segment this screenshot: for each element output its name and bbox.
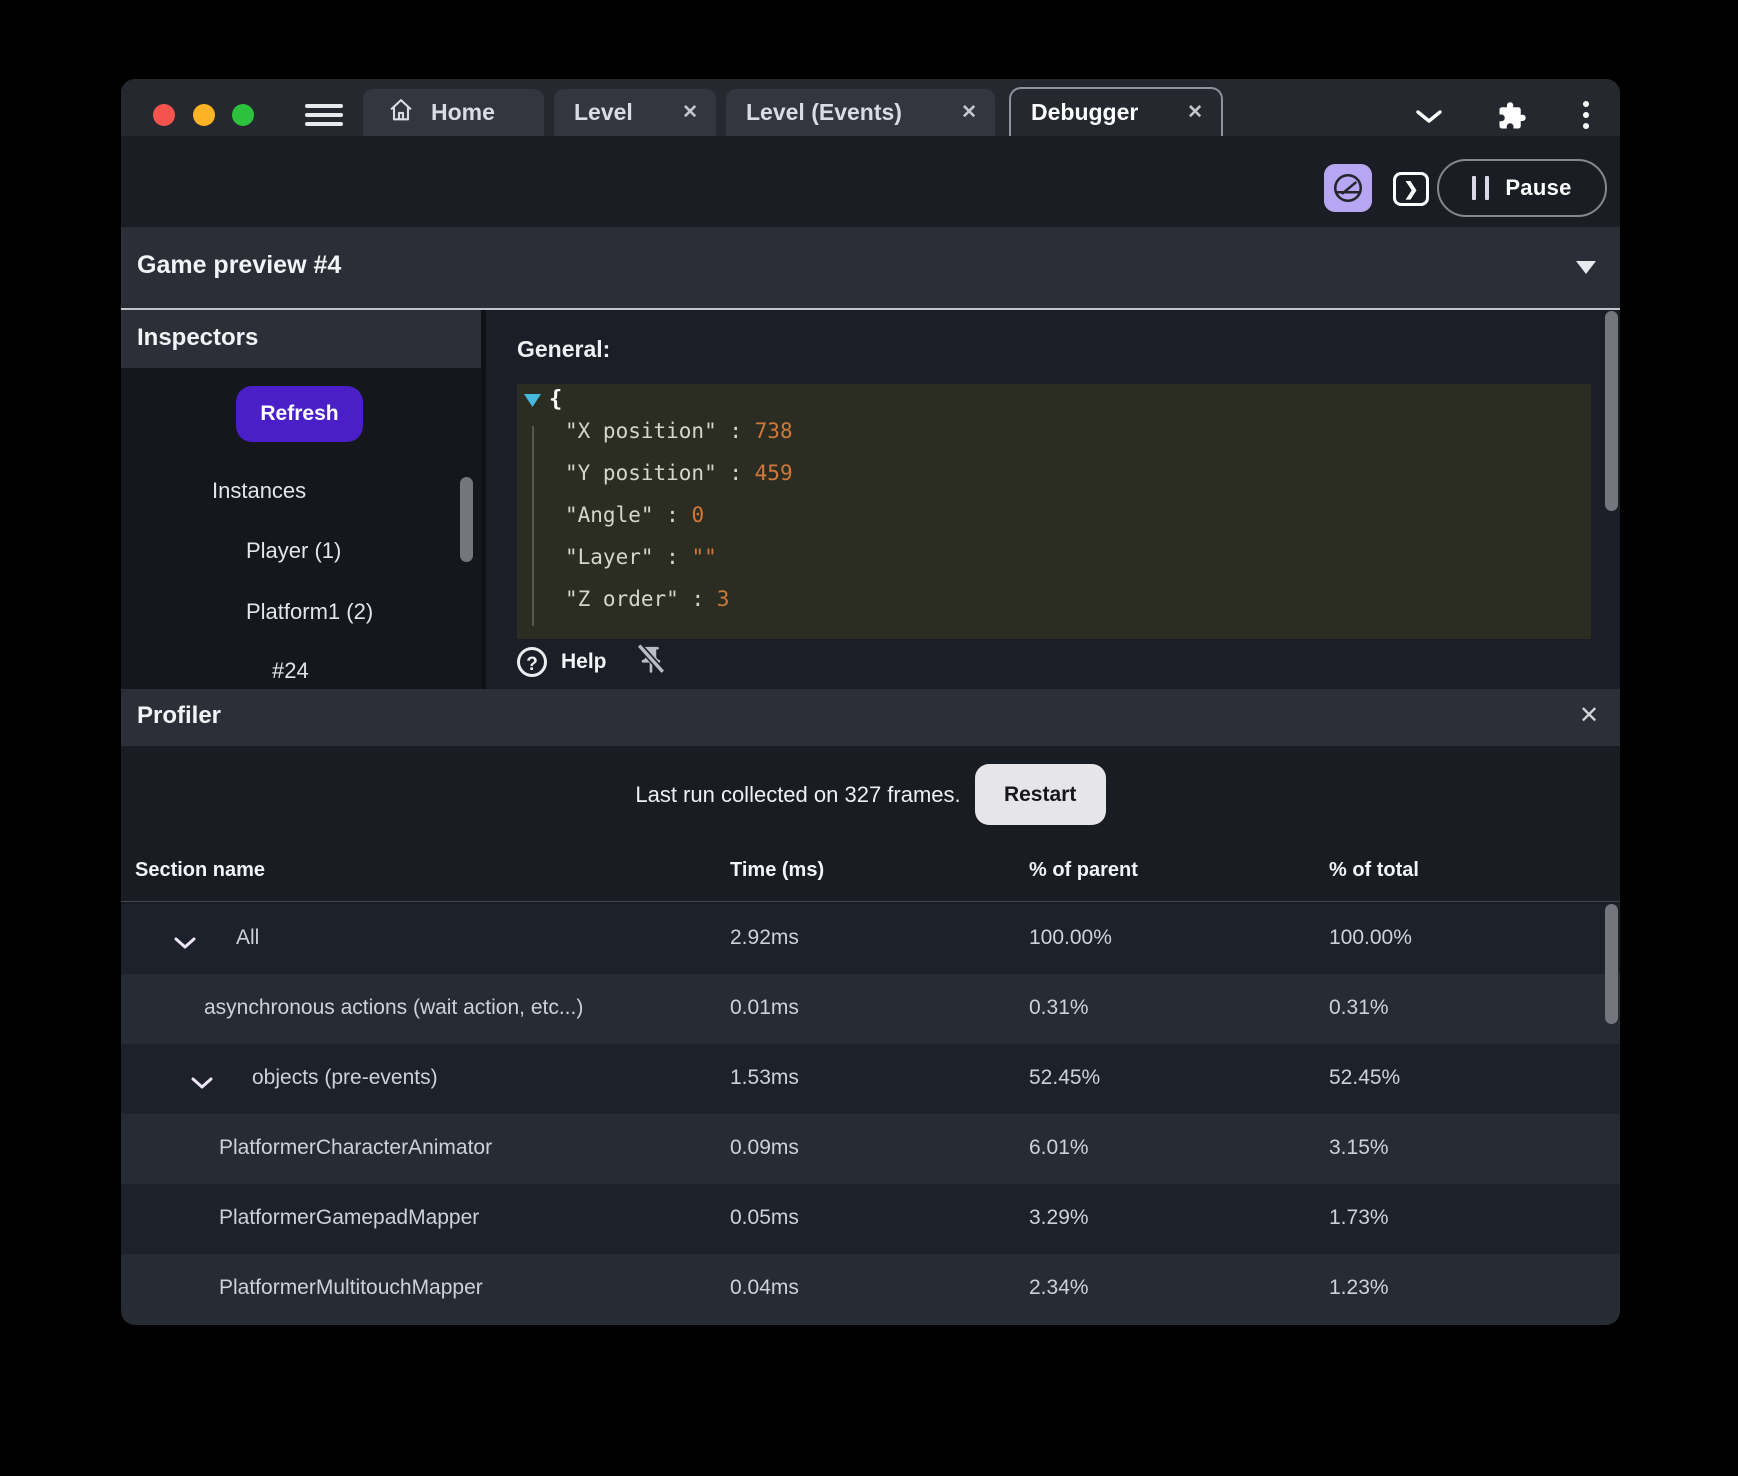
close-tab-icon[interactable]: ✕ (1169, 101, 1221, 124)
tab-label: Level (574, 99, 633, 125)
hamburger-menu-icon[interactable] (305, 103, 343, 127)
tab-label: Debugger (1031, 99, 1139, 125)
pause-label: Pause (1505, 175, 1572, 200)
tab-label: Home (431, 99, 495, 125)
json-indent-guide (532, 426, 534, 626)
tab-level-events[interactable]: Level (Events) ✕ (726, 89, 995, 136)
title-tab-bar: Home Level ✕ Level (Events) ✕ Debugger ✕ (121, 79, 1620, 136)
general-scrollbar-thumb[interactable] (1605, 311, 1618, 511)
column-header-parent: % of parent (1029, 859, 1138, 881)
json-property-view: { "X position" : 738 "Y position" : 459 … (517, 384, 1591, 639)
profiler-status-text: Last run collected on 327 frames. (635, 781, 961, 807)
home-icon (387, 96, 415, 130)
pause-button[interactable]: Pause (1437, 159, 1607, 217)
profiler-gauge-button[interactable] (1324, 164, 1372, 212)
tree-item-platform1[interactable]: Platform1 (2) (246, 599, 373, 625)
tab-home[interactable]: Home (363, 89, 544, 136)
inspectors-scrollbar-thumb[interactable] (460, 477, 473, 562)
help-label[interactable]: Help (561, 650, 607, 674)
profiler-table-header: Section name Time (ms) % of parent % of … (121, 859, 1620, 889)
inspectors-title: Inspectors (137, 324, 259, 351)
inspector-area: Inspectors Refresh Instances Player (1) … (121, 310, 1620, 689)
json-entry[interactable]: "Y position" : 459 (565, 461, 793, 485)
json-entry[interactable]: "X position" : 738 (565, 419, 793, 443)
console-button[interactable]: ❯ (1393, 172, 1429, 206)
collapse-chevron-icon[interactable] (191, 1071, 213, 1095)
console-prompt-icon: ❯ (1403, 179, 1419, 199)
tree-item-player[interactable]: Player (1) (246, 538, 341, 564)
table-row[interactable]: objects (pre-events) 1.53ms 52.45% 52.45… (121, 1044, 1620, 1114)
kebab-menu-icon[interactable] (1583, 101, 1589, 131)
tab-debugger-active[interactable]: Debugger ✕ (1009, 87, 1223, 136)
pause-icon (1472, 176, 1490, 200)
close-tab-icon[interactable]: ✕ (664, 101, 716, 124)
inspectors-header: Inspectors (121, 310, 481, 368)
table-header-divider (121, 901, 1620, 902)
profiler-header: Profiler ✕ (121, 689, 1620, 746)
inspectors-panel: Inspectors Refresh Instances Player (1) … (121, 310, 481, 689)
preview-dropdown-icon[interactable] (1576, 261, 1596, 279)
traffic-zoom-button[interactable] (232, 104, 254, 126)
column-header-total: % of total (1329, 859, 1419, 881)
tab-label: Level (Events) (746, 99, 902, 125)
traffic-minimize-button[interactable] (193, 104, 215, 126)
profiler-title: Profiler (137, 702, 222, 729)
traffic-close-button[interactable] (153, 104, 175, 126)
column-header-time: Time (ms) (730, 859, 825, 881)
tree-item-instances[interactable]: Instances (212, 478, 306, 504)
unpin-icon[interactable] (635, 642, 667, 682)
profiler-status-row: Last run collected on 327 frames. Restar… (121, 764, 1620, 825)
table-row[interactable]: PlatformerCharacterAnimator 0.09ms 6.01%… (121, 1114, 1620, 1184)
help-row: ? Help (517, 642, 667, 682)
tree-item-instance-24[interactable]: #24 (272, 658, 309, 684)
restart-button[interactable]: Restart (974, 764, 1106, 825)
collapse-chevron-icon[interactable] (174, 931, 196, 955)
tab-level[interactable]: Level ✕ (554, 89, 716, 136)
json-open-brace: { (549, 387, 563, 412)
profiler-panel: Last run collected on 327 frames. Restar… (121, 746, 1620, 1325)
screenshot-canvas: Home Level ✕ Level (Events) ✕ Debugger ✕ (0, 0, 1738, 1476)
extensions-puzzle-icon[interactable] (1497, 101, 1527, 136)
json-entry[interactable]: "Z order" : 3 (565, 587, 729, 611)
refresh-button[interactable]: Refresh (236, 386, 363, 442)
general-title: General: (517, 336, 611, 362)
table-row[interactable]: PlatformerGamepadMapper 0.05ms 3.29% 1.7… (121, 1184, 1620, 1254)
table-row[interactable]: asynchronous actions (wait action, etc..… (121, 974, 1620, 1044)
profiler-scrollbar-thumb[interactable] (1605, 904, 1618, 1024)
app-window: Home Level ✕ Level (Events) ✕ Debugger ✕ (121, 79, 1620, 1325)
column-header-section: Section name (135, 859, 266, 881)
game-preview-header[interactable]: Game preview #4 (121, 227, 1620, 308)
table-row[interactable]: All 2.92ms 100.00% 100.00% (121, 904, 1620, 974)
game-preview-title: Game preview #4 (137, 251, 342, 279)
json-entry[interactable]: "Layer" : "" (565, 545, 717, 569)
chevron-down-icon[interactable] (1415, 109, 1443, 130)
close-profiler-icon[interactable]: ✕ (1579, 701, 1599, 730)
debugger-toolbar: ❯ Pause (121, 136, 1620, 227)
table-row[interactable]: PlatformerMultitouchMapper 0.04ms 2.34% … (121, 1254, 1620, 1325)
close-tab-icon[interactable]: ✕ (943, 101, 995, 124)
help-icon[interactable]: ? (517, 647, 547, 677)
json-entry[interactable]: "Angle" : 0 (565, 503, 704, 527)
json-collapse-icon[interactable] (524, 392, 541, 411)
general-panel: General: { "X position" : 738 "Y positio… (486, 310, 1620, 689)
